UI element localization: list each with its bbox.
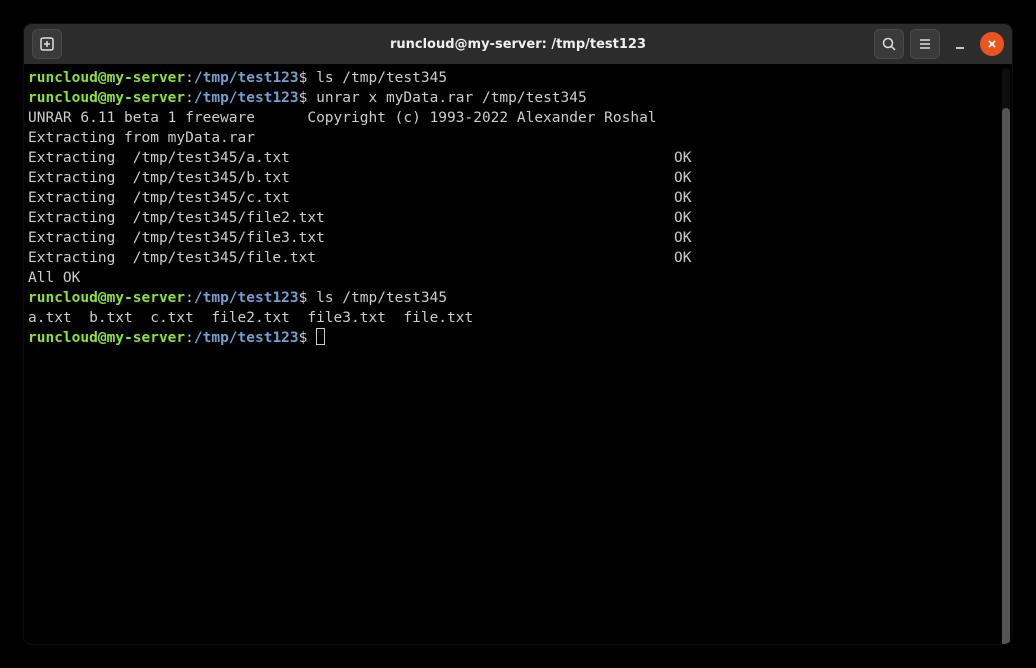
- search-button[interactable]: [874, 29, 904, 59]
- command-text: unrar x myData.rar /tmp/test345: [307, 90, 586, 106]
- prompt-user: runcloud@my-server: [28, 70, 185, 86]
- terminal-output: Extracting /tmp/test345/file.txt OK: [28, 248, 1008, 268]
- terminal-line: runcloud@my-server:/tmp/test123$: [28, 328, 1008, 348]
- prompt-separator: :: [185, 90, 194, 106]
- command-text: ls /tmp/test345: [307, 70, 447, 86]
- scrollbar[interactable]: [1002, 68, 1010, 640]
- hamburger-icon: [917, 36, 933, 52]
- titlebar: runcloud@my-server: /tmp/test123: [24, 24, 1012, 64]
- close-button[interactable]: [980, 32, 1004, 56]
- terminal-output: Extracting /tmp/test345/file2.txt OK: [28, 208, 1008, 228]
- terminal-line: runcloud@my-server:/tmp/test123$ ls /tmp…: [28, 288, 1008, 308]
- terminal-output: UNRAR 6.11 beta 1 freeware Copyright (c)…: [28, 108, 1008, 128]
- terminal-output: Extracting from myData.rar: [28, 128, 1008, 148]
- terminal-output: Extracting /tmp/test345/c.txt OK: [28, 188, 1008, 208]
- terminal-output: a.txt b.txt c.txt file2.txt file3.txt fi…: [28, 308, 1008, 328]
- prompt-path: /tmp/test123: [194, 90, 299, 106]
- cursor: [316, 328, 325, 345]
- terminal-window: runcloud@my-server: /tmp/test123: [24, 24, 1012, 644]
- prompt-user: runcloud@my-server: [28, 330, 185, 346]
- search-icon: [881, 36, 897, 52]
- new-tab-button[interactable]: [32, 29, 62, 59]
- new-tab-icon: [39, 36, 55, 52]
- terminal-body[interactable]: runcloud@my-server:/tmp/test123$ ls /tmp…: [24, 64, 1012, 644]
- terminal-output: Extracting /tmp/test345/b.txt OK: [28, 168, 1008, 188]
- prompt-separator: :: [185, 70, 194, 86]
- terminal-line: runcloud@my-server:/tmp/test123$ ls /tmp…: [28, 68, 1008, 88]
- terminal-output: All OK: [28, 268, 1008, 288]
- window-title: runcloud@my-server: /tmp/test123: [390, 37, 646, 52]
- command-text: [307, 330, 316, 346]
- prompt-path: /tmp/test123: [194, 290, 299, 306]
- prompt-separator: :: [185, 290, 194, 306]
- close-icon: [986, 38, 998, 50]
- terminal-line: runcloud@my-server:/tmp/test123$ unrar x…: [28, 88, 1008, 108]
- prompt-user: runcloud@my-server: [28, 90, 185, 106]
- terminal-output: Extracting /tmp/test345/file3.txt OK: [28, 228, 1008, 248]
- command-text: ls /tmp/test345: [307, 290, 447, 306]
- menu-button[interactable]: [910, 29, 940, 59]
- scrollbar-thumb[interactable]: [1002, 108, 1010, 644]
- terminal-output: Extracting /tmp/test345/a.txt OK: [28, 148, 1008, 168]
- prompt-separator: :: [185, 330, 194, 346]
- prompt-path: /tmp/test123: [194, 70, 299, 86]
- minimize-button[interactable]: [946, 29, 974, 59]
- prompt-user: runcloud@my-server: [28, 290, 185, 306]
- prompt-path: /tmp/test123: [194, 330, 299, 346]
- minimize-icon: [952, 36, 968, 52]
